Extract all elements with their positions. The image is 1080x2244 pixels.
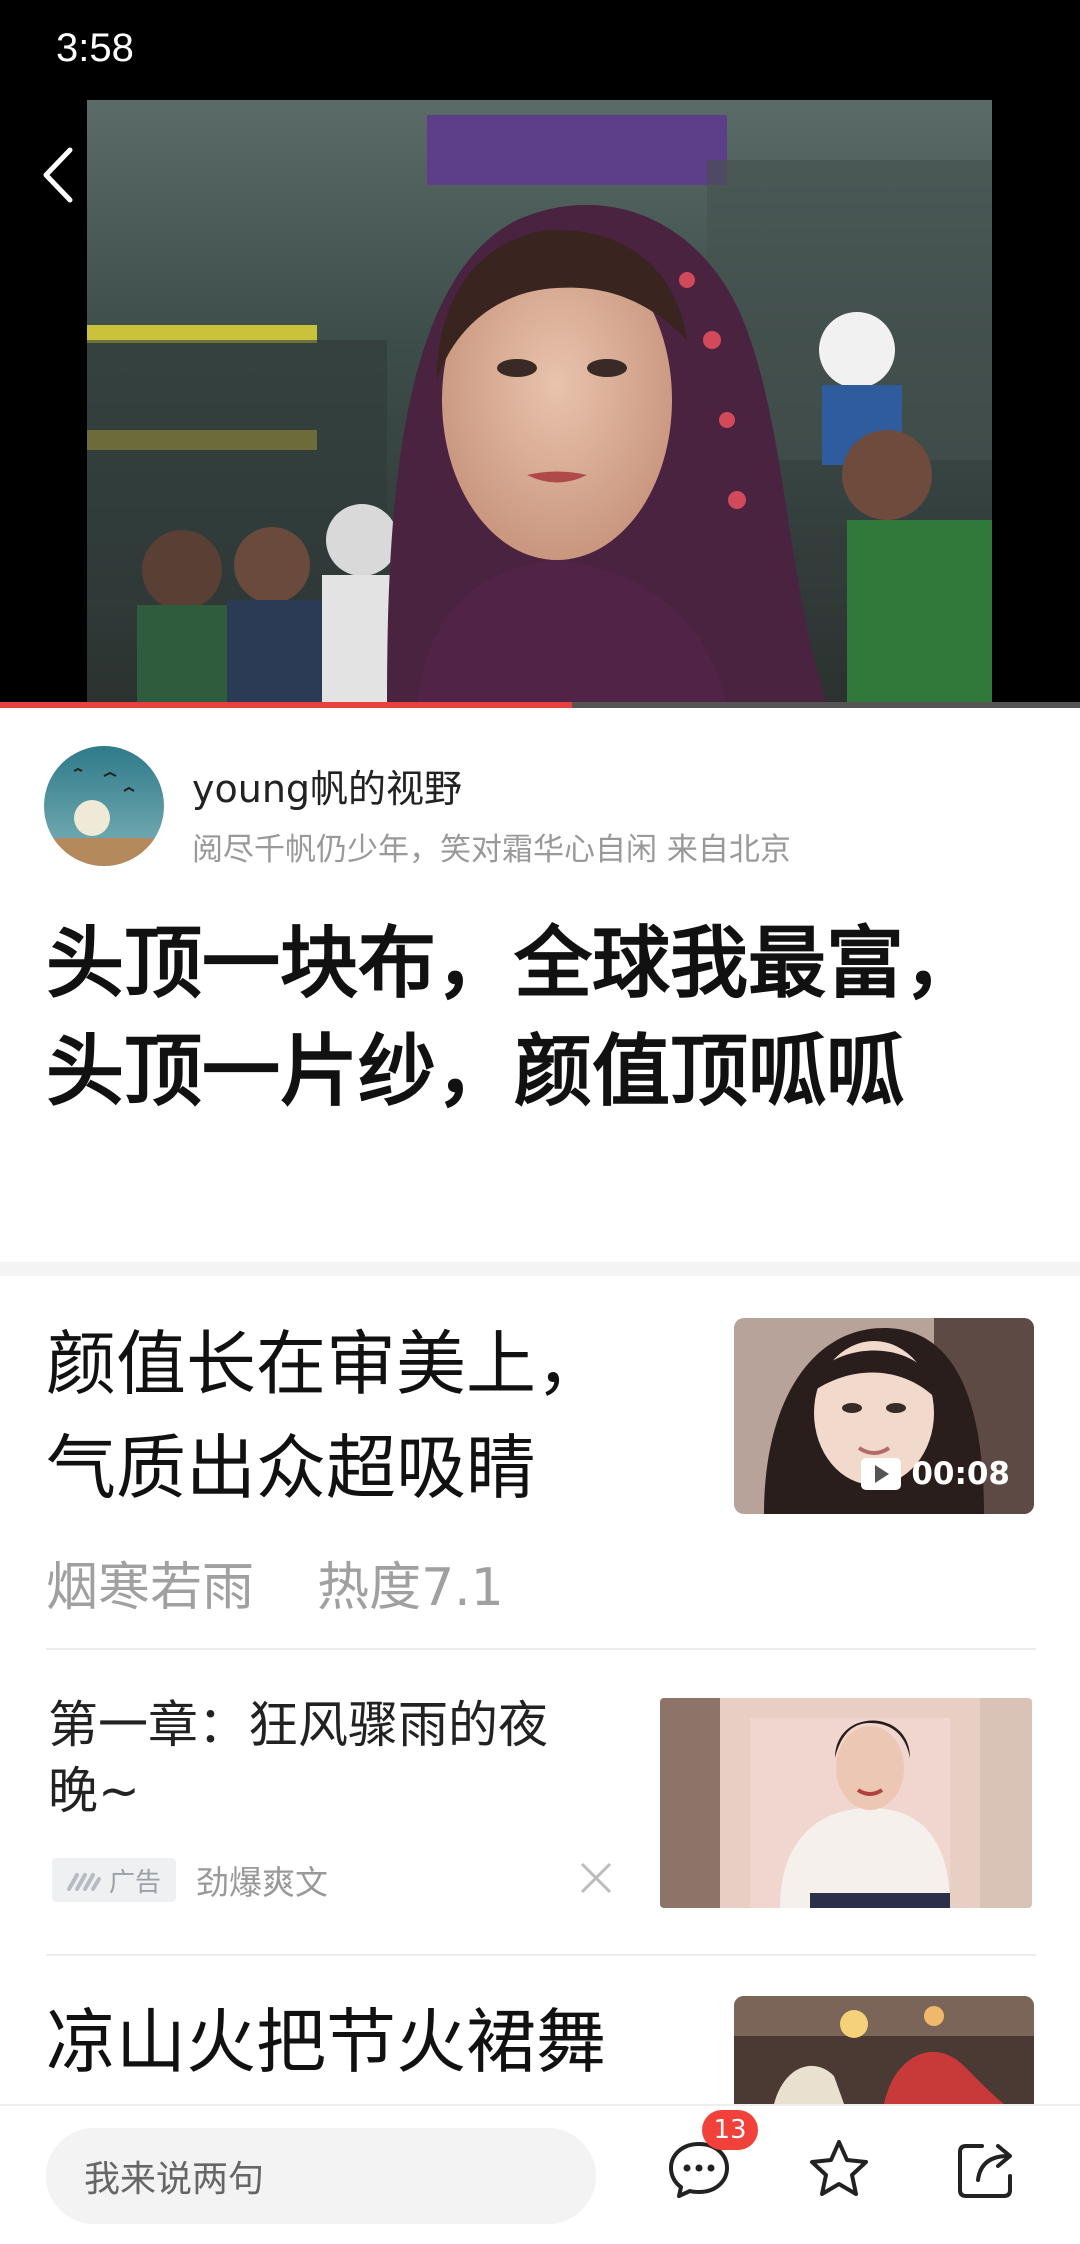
row-divider bbox=[46, 1954, 1036, 1956]
feed-item-thumbnail[interactable]: 00:08 bbox=[734, 1318, 1034, 1514]
video-player[interactable]: 3:58 bbox=[0, 0, 1080, 708]
ad-title-line: 第一章：狂风骤雨的夜 bbox=[48, 1696, 548, 1754]
back-arrow-icon[interactable] bbox=[30, 140, 90, 210]
post-title: 头顶一块布，全球我最富，头顶一片纱，颜值顶呱呱 bbox=[46, 919, 983, 1117]
feed-item-meta: 烟寒若雨 热度7.1 bbox=[46, 1545, 504, 1620]
close-icon[interactable] bbox=[576, 1858, 616, 1898]
author-bio: 阅尽千帆仍少年，笑对霜华心自闲 来自北京 bbox=[192, 832, 791, 868]
feed-item-author: 烟寒若雨 bbox=[46, 1558, 255, 1618]
feed-item-thumbnail[interactable] bbox=[734, 1996, 1034, 2104]
section-divider bbox=[0, 1262, 1080, 1276]
feed-item-title-line: 颜值长在审美上， bbox=[46, 1323, 606, 1405]
video-duration-badge: 00:08 bbox=[861, 1456, 1010, 1492]
bottom-action-bar: 我来说两句 13 bbox=[0, 2104, 1080, 2244]
comment-count-badge: 13 bbox=[702, 2110, 758, 2150]
comment-input[interactable]: 我来说两句 bbox=[46, 2128, 596, 2224]
author-name[interactable]: young帆的视野 bbox=[192, 758, 462, 813]
comment-placeholder: 我来说两句 bbox=[84, 2159, 265, 2200]
ad-source: 劲爆爽文 bbox=[196, 1863, 328, 1902]
ad-thumbnail[interactable] bbox=[660, 1698, 1032, 1908]
share-icon bbox=[958, 2144, 1012, 2198]
feed-item-title[interactable]: 凉山火把节火裙舞 bbox=[46, 1990, 696, 2100]
video-progress-fill bbox=[0, 702, 573, 708]
favorite-button[interactable] bbox=[804, 2134, 874, 2204]
ad-title[interactable]: 第一章：狂风骤雨的夜 晚~ bbox=[48, 1692, 618, 1824]
video-progress-bar[interactable] bbox=[0, 702, 1080, 708]
feed-item-title[interactable]: 颜值长在审美上， 气质出众超吸睛 bbox=[46, 1312, 686, 1520]
feed-item-heat: 热度7.1 bbox=[317, 1558, 504, 1618]
row-divider bbox=[46, 1648, 1036, 1650]
author-row[interactable]: young帆的视野 阅尽千帆仍少年，笑对霜华心自闲 来自北京 bbox=[0, 740, 1080, 880]
video-still-image bbox=[87, 100, 992, 704]
star-icon bbox=[810, 2140, 868, 2196]
feed-item-title-line: 气质出众超吸睛 bbox=[46, 1427, 536, 1509]
ad-badge: 广告 bbox=[52, 1858, 176, 1902]
avatar[interactable] bbox=[44, 746, 164, 866]
ad-logo-icon bbox=[66, 1873, 101, 1891]
video-duration: 00:08 bbox=[911, 1456, 1010, 1492]
video-frame[interactable] bbox=[87, 100, 992, 704]
ad-label: 广告 bbox=[108, 1867, 161, 1898]
play-icon bbox=[861, 1458, 902, 1490]
ad-title-line: 晚~ bbox=[48, 1762, 140, 1820]
comments-button[interactable]: 13 bbox=[664, 2110, 758, 2204]
status-time: 3:58 bbox=[56, 26, 134, 70]
share-button[interactable] bbox=[952, 2134, 1022, 2204]
